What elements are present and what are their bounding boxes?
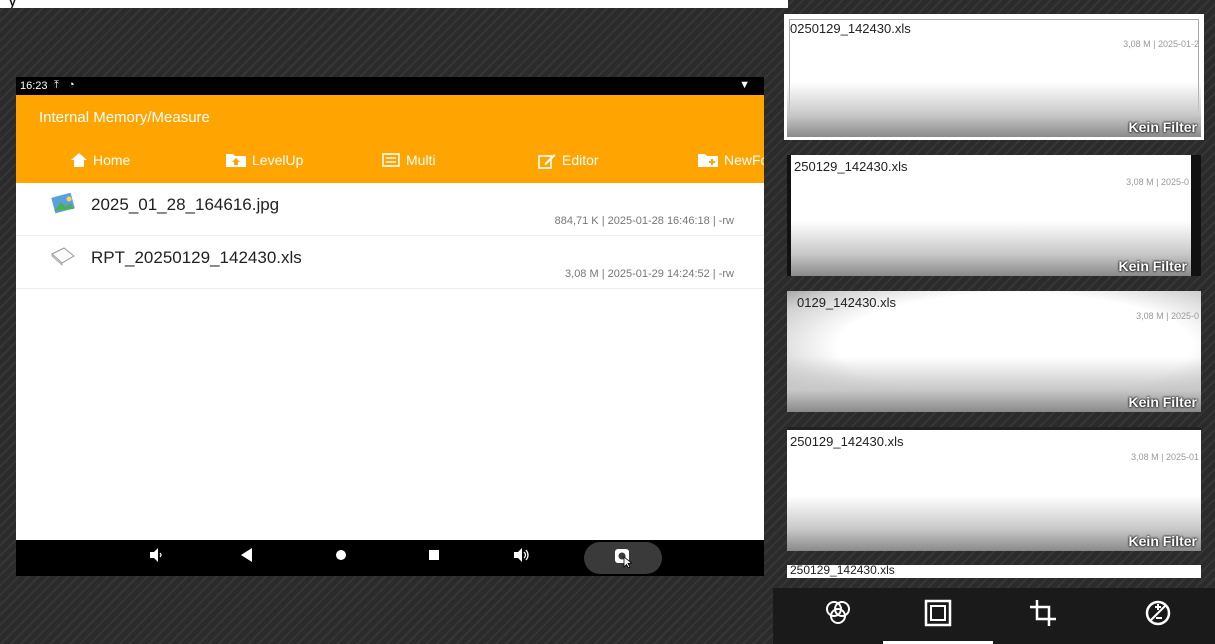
file-name: 2025_01_28_164616.jpg <box>91 195 280 214</box>
thumbnail-filter-label: Kein Filter <box>1128 533 1197 549</box>
thumbnail-name: 250129_142430.xls <box>790 434 904 449</box>
toolbar-label: Home <box>93 152 131 168</box>
thumbnail-item[interactable]: 250129_142430.xls <box>787 565 1201 578</box>
file-row[interactable]: RPT_20250129_142430.xls 3,08 M | 2025-01… <box>16 236 764 289</box>
toolbar-editor-button[interactable]: Editor <box>538 152 599 169</box>
thumbnail-meta: 3,08 M | 2025-01-2 <box>1123 39 1199 49</box>
top-caption: y <box>0 0 788 8</box>
volume-down-icon[interactable] <box>150 548 162 565</box>
thumbnail-name: 250129_142430.xls <box>794 159 908 174</box>
navigation-bar <box>16 540 764 576</box>
thumbnail-item[interactable]: 250129_142430.xls 3,08 M | 2025-0 Kein F… <box>787 155 1201 276</box>
edit-icon <box>538 153 556 169</box>
thumbnail-filter-label: Kein Filter <box>1118 258 1187 274</box>
thumbnail-item[interactable]: 250129_142430.xls 3,08 M | 2025-01 Kein … <box>787 427 1201 551</box>
status-bar: 16:23 ⤒ ◔ ▼ <box>16 77 764 95</box>
filters-icon[interactable] <box>823 598 863 638</box>
file-meta: 884,71 K | 2025-01-28 16:46:18 | -rw <box>554 215 734 227</box>
volume-up-icon[interactable] <box>514 548 530 565</box>
frame-icon[interactable] <box>923 598 963 638</box>
home-circle-icon[interactable] <box>335 548 347 565</box>
thumbnail-name: 0250129_142430.xls <box>790 21 911 36</box>
status-time: 16:23 <box>20 80 48 92</box>
image-file-icon <box>50 192 76 215</box>
editor-toolbar <box>773 588 1215 644</box>
screenshot-icon <box>614 548 634 573</box>
thumbnail-item[interactable]: 0129_142430.xls 3,08 M | 2025-0 Kein Fil… <box>787 291 1201 412</box>
wifi-icon: ▼ <box>739 79 750 91</box>
thumbnail-name: 0129_142430.xls <box>797 295 897 310</box>
current-path: Internal Memory/Measure <box>39 109 210 126</box>
adjust-icon[interactable] <box>1143 598 1183 638</box>
crop-icon[interactable] <box>1028 598 1068 638</box>
toolbar-newfolder-button[interactable]: NewFc <box>698 152 764 168</box>
toolbar-label: Editor <box>562 152 599 168</box>
android-screen: 16:23 ⤒ ◔ ▼ Internal Memory/Measure Home… <box>16 77 764 576</box>
screenshot-button[interactable] <box>584 542 662 574</box>
upload-icon: ⤒ <box>54 79 59 91</box>
thumbnail-filter-label: Kein Filter <box>1128 119 1197 135</box>
toolbar-multi-button[interactable]: Multi <box>382 152 436 168</box>
toolbar-label: NewFc <box>724 152 764 168</box>
thumbnail-name: 250129_142430.xls <box>790 565 895 577</box>
new-folder-icon <box>698 153 718 167</box>
sync-icon: ◔ <box>68 79 75 91</box>
thumbnail-meta: 3,08 M | 2025-01 <box>1131 452 1199 462</box>
file-name: RPT_20250129_142430.xls <box>91 248 302 267</box>
toolbar-label: LevelUp <box>252 152 304 168</box>
thumbnail-meta: 3,08 M | 2025-0 <box>1136 311 1199 321</box>
file-meta: 3,08 M | 2025-01-29 14:24:52 | -rw <box>565 268 734 280</box>
document-file-icon <box>50 246 76 268</box>
toolbar-levelup-button[interactable]: LevelUp <box>226 152 303 168</box>
folder-up-icon <box>226 153 246 167</box>
app-bar: Internal Memory/Measure Home LevelUp Mul… <box>16 95 764 183</box>
thumbnail-meta: 3,08 M | 2025-0 <box>1126 177 1189 187</box>
back-icon[interactable] <box>241 548 253 565</box>
thumbnail-filter-label: Kein Filter <box>1128 394 1197 410</box>
file-row[interactable]: 2025_01_28_164616.jpg 884,71 K | 2025-01… <box>16 183 764 236</box>
multi-select-icon <box>382 153 400 167</box>
thumbnail-item[interactable]: 0250129_142430.xls 3,08 M | 2025-01-2 Ke… <box>784 14 1204 140</box>
toolbar-label: Multi <box>406 152 436 168</box>
recents-icon[interactable] <box>428 548 440 565</box>
home-icon <box>71 153 87 167</box>
file-list: 2025_01_28_164616.jpg 884,71 K | 2025-01… <box>16 183 764 289</box>
toolbar-home-button[interactable]: Home <box>71 152 130 168</box>
